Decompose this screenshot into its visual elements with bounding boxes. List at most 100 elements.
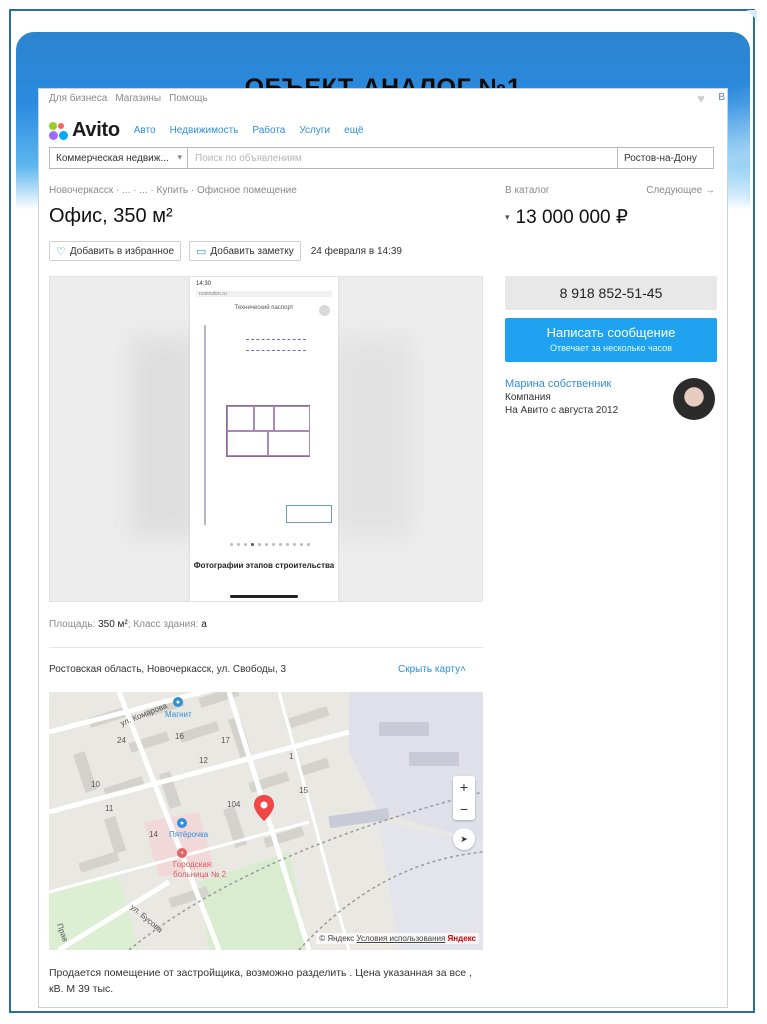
close-icon: [319, 305, 330, 316]
zoom-in-button[interactable]: +: [453, 776, 475, 798]
pyaterochka-icon[interactable]: ●: [177, 818, 187, 828]
gallery-blur-right: [332, 337, 412, 537]
photo-doc-heading: Технический паспорт: [234, 305, 294, 311]
search-input[interactable]: Поиск по объявлениям: [187, 147, 618, 169]
map-house-number: 16: [175, 732, 184, 741]
hospital-icon[interactable]: +: [177, 848, 187, 858]
map-house-number: 24: [117, 736, 126, 745]
slide-corner: [747, 10, 757, 20]
listing-params: Площадь: 350 м²; Класс здания: a: [49, 619, 207, 630]
poi-label-hospital: Городская больница № 2: [173, 860, 227, 879]
gallery-dot[interactable]: [307, 543, 310, 546]
topbar-link-shops[interactable]: Магазины: [115, 93, 161, 104]
catalog-link[interactable]: В каталог: [505, 185, 550, 196]
gallery-dots[interactable]: [230, 543, 310, 546]
attribution-copyright: © Яндекс: [319, 934, 355, 943]
gallery-dot[interactable]: [230, 543, 233, 546]
zoom-out-button[interactable]: −: [453, 798, 475, 820]
gallery-dot[interactable]: [251, 543, 254, 546]
gallery-dot[interactable]: [237, 543, 240, 546]
hide-map-label: Скрыть карту: [398, 664, 461, 675]
add-favorite-button[interactable]: ♡ Добавить в избранное: [49, 241, 182, 261]
location-pin-icon[interactable]: [254, 795, 274, 821]
write-message-button[interactable]: Написать сообщение Отвечает за несколько…: [505, 318, 717, 362]
photo-gallery[interactable]: 14:30 rostovdon.ru Технический паспорт Ф…: [49, 276, 483, 602]
category-select-value: Коммерческая недвиж...: [56, 153, 169, 164]
login-link[interactable]: В: [718, 92, 725, 103]
avito-logo-text: Avito: [72, 119, 120, 141]
listing-actions: ♡ Добавить в избранное ▭ Добавить заметк…: [49, 241, 402, 261]
nav-link-jobs[interactable]: Работа: [252, 125, 285, 136]
breadcrumb[interactable]: Новочеркасск · ... · ... · Купить · Офис…: [49, 185, 297, 196]
avito-screenshot: Для бизнеса Магазины Помощь ♥ В Avito Ав…: [38, 88, 728, 1008]
photo-caption: Фотографии этапов строительства: [193, 561, 335, 570]
photo-status-time: 14:30: [196, 281, 212, 287]
listing-price: ▾ 13 000 000 ₽: [505, 206, 628, 229]
chevron-down-icon[interactable]: ▾: [505, 212, 510, 223]
locate-me-button[interactable]: ➤: [453, 828, 475, 850]
listing-description: Продается помещение от застройщика, возм…: [49, 967, 472, 995]
seller-name-link[interactable]: Марина собственник: [505, 378, 618, 391]
map-house-number: 17: [221, 736, 230, 745]
gallery-dot[interactable]: [244, 543, 247, 546]
map[interactable]: ул. Комарова ул. Бусова Прав 24 16 17 10…: [49, 692, 483, 950]
gallery-dot[interactable]: [272, 543, 275, 546]
city-select[interactable]: Ростов-на-Дону: [618, 147, 714, 169]
map-canvas: [49, 692, 483, 950]
magnit-icon[interactable]: ●: [173, 697, 183, 707]
gallery-dot[interactable]: [279, 543, 282, 546]
home-indicator: [230, 595, 298, 598]
map-house-number: 11: [105, 804, 114, 813]
gallery-main-photo: 14:30 rostovdon.ru Технический паспорт Ф…: [190, 277, 338, 601]
nav-link-services[interactable]: Услуги: [299, 125, 330, 136]
photo-url-bar: rostovdon.ru: [196, 291, 332, 297]
gallery-dot[interactable]: [300, 543, 303, 546]
yandex-logo: Яндекс: [447, 934, 476, 943]
show-phone-button[interactable]: 8 918 852-51-45: [505, 276, 717, 310]
heart-outline-icon: ♡: [56, 245, 66, 258]
gallery-dot[interactable]: [286, 543, 289, 546]
listing-title: Офис, 350 м²: [49, 205, 173, 227]
floor-plan-image: [204, 325, 332, 525]
main-nav: Avito Авто Недвижимость Работа Услуги ещ…: [49, 119, 364, 142]
map-house-number: 12: [199, 756, 208, 765]
listing-address: Ростовская область, Новочеркасск, ул. Св…: [49, 664, 287, 675]
zoom-control: + −: [453, 776, 475, 820]
note-icon: ▭: [196, 245, 207, 258]
gallery-dot[interactable]: [265, 543, 268, 546]
topbar-link-help[interactable]: Помощь: [169, 93, 208, 104]
top-bar: Для бизнеса Магазины Помощь ♥ В: [39, 89, 727, 107]
heart-icon[interactable]: ♥: [697, 91, 705, 106]
map-attribution: © Яндекс Условия использования Яндекс: [316, 933, 479, 944]
avatar[interactable]: [673, 378, 715, 420]
topbar-link-business[interactable]: Для бизнеса: [49, 93, 107, 104]
gallery-dot[interactable]: [293, 543, 296, 546]
map-house-number: 15: [299, 786, 308, 795]
hide-map-link[interactable]: Скрыть карту˄: [398, 664, 466, 675]
terms-link[interactable]: Условия использования: [357, 934, 446, 943]
listing-date: 24 февраля в 14:39: [310, 245, 402, 257]
chevron-up-icon: ˄: [460, 664, 466, 675]
avito-logo-icon: [49, 121, 69, 140]
class-label: Класс здания:: [133, 619, 199, 630]
seller-since: На Авито с августа 2012: [505, 405, 619, 416]
nav-link-realty[interactable]: Недвижимость: [170, 125, 239, 136]
next-listing-link[interactable]: Следующее →: [646, 185, 715, 196]
seller-type: Компания: [505, 392, 551, 403]
nav-link-auto[interactable]: Авто: [134, 125, 156, 136]
poi-label-magnit: Магнит: [165, 710, 192, 719]
map-house-number: 10: [91, 780, 100, 789]
response-time-label: Отвечает за несколько часов: [549, 343, 673, 353]
add-favorite-label: Добавить в избранное: [69, 245, 175, 257]
chevron-down-icon: ▾: [177, 152, 182, 162]
add-note-button[interactable]: ▭ Добавить заметку: [189, 241, 301, 261]
gallery-dot[interactable]: [258, 543, 261, 546]
navigation-arrow-icon: ➤: [460, 833, 468, 844]
nav-link-more[interactable]: ещё: [344, 125, 363, 136]
seller-info: Марина собственник Компания На Авито с а…: [505, 378, 618, 417]
category-select[interactable]: Коммерческая недвиж... ▾: [49, 147, 187, 169]
map-house-number: 14: [149, 830, 158, 839]
search-row: Коммерческая недвиж... ▾ Поиск по объявл…: [49, 147, 714, 169]
avito-logo[interactable]: Avito: [49, 119, 120, 142]
area-label: Площадь:: [49, 619, 96, 630]
